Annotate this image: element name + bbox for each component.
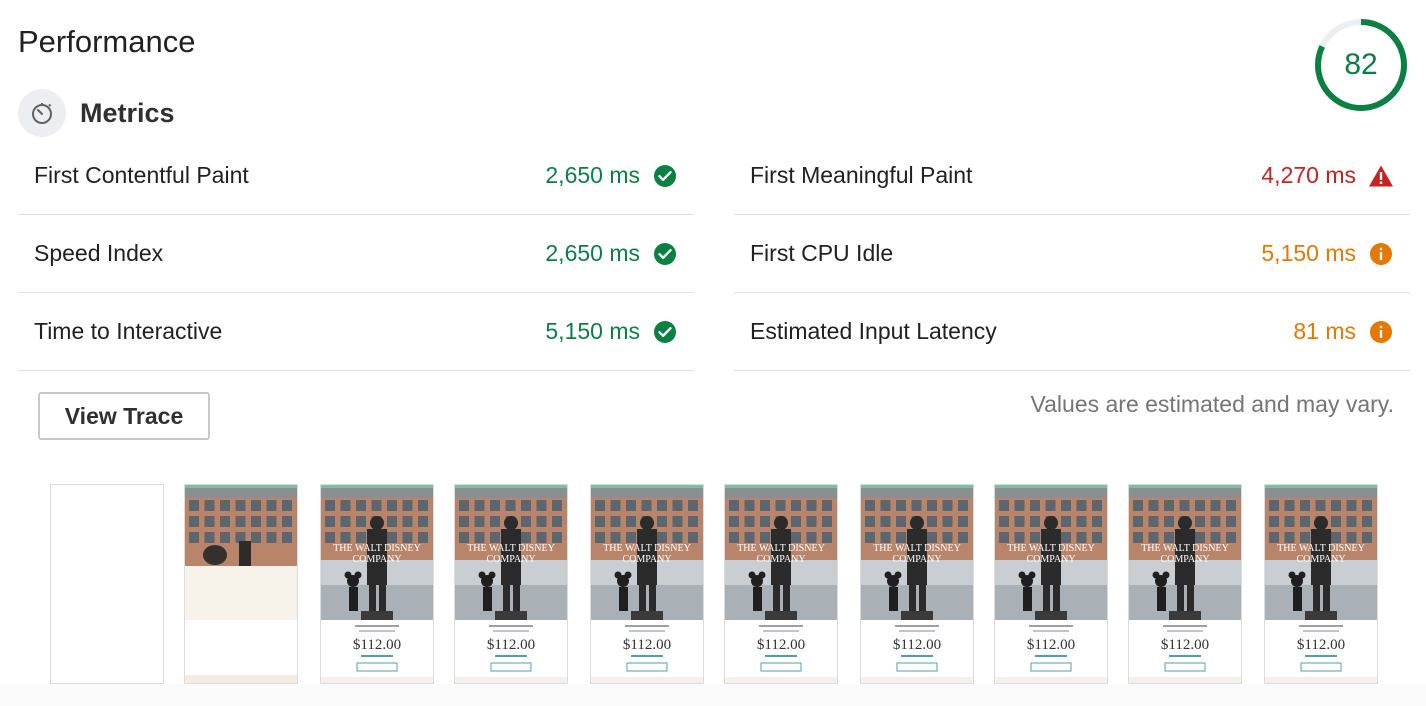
metric-row-time-to-interactive: Time to Interactive 5,150 ms	[18, 293, 694, 371]
thumbnail-heading: THE WALT DISNEY	[1277, 543, 1365, 554]
metric-row-first-cpu-idle: First CPU Idle 5,150 ms	[734, 215, 1410, 293]
filmstrip-frame: THE WALT DISNEY COMPANY $112.00	[994, 484, 1108, 684]
metric-value: 2,650 ms	[545, 240, 640, 266]
page-title: Performance	[18, 24, 196, 59]
metric-value: 4,270 ms	[1261, 162, 1356, 188]
filmstrip-frame	[184, 484, 298, 684]
check-circle-icon	[652, 163, 678, 189]
thumbnail-price: $112.00	[353, 637, 401, 653]
metrics-title: Metrics	[80, 97, 175, 128]
filmstrip-thumbnail	[185, 485, 297, 683]
warning-triangle-icon	[1368, 163, 1394, 189]
filmstrip-thumbnail: THE WALT DISNEYCOMPANY $112.00	[455, 485, 567, 683]
filmstrip-thumbnail: THE WALT DISNEYCOMPANY $112.00	[1129, 485, 1241, 683]
thumbnail-heading: COMPANY	[1296, 554, 1345, 565]
thumbnail-heading: COMPANY	[352, 554, 401, 565]
thumbnail-price: $112.00	[1297, 637, 1345, 653]
metric-label: First CPU Idle	[750, 240, 894, 266]
filmstrip-thumbnail: THE WALT DISNEYCOMPANY $112.00	[995, 485, 1107, 683]
thumbnail-heading: THE WALT DISNEY	[1007, 543, 1095, 554]
thumbnail-heading: THE WALT DISNEY	[467, 543, 555, 554]
metric-label: First Contentful Paint	[34, 162, 249, 188]
metric-label: First Meaningful Paint	[750, 162, 973, 188]
filmstrip-thumbnail: THE WALT DISNEYCOMPANY $112.00	[321, 485, 433, 683]
thumbnail-heading: THE WALT DISNEY	[603, 543, 691, 554]
thumbnail-heading: THE WALT DISNEY	[1141, 543, 1229, 554]
metrics-header: Metrics	[18, 88, 175, 138]
thumbnail-heading: COMPANY	[756, 554, 805, 565]
metric-row-estimated-input-latency: Estimated Input Latency 81 ms	[734, 293, 1410, 371]
thumbnail-price: $112.00	[1161, 637, 1209, 653]
filmstrip-frame: THE WALT DISNEY COMPANY $112.00	[1128, 484, 1242, 684]
thumbnail-heading: THE WALT DISNEY	[333, 543, 421, 554]
filmstrip-background	[0, 684, 1426, 706]
view-trace-button[interactable]: View Trace	[38, 392, 210, 440]
blank-frame	[51, 485, 163, 683]
thumbnail-price: $112.00	[623, 637, 671, 653]
metric-label: Time to Interactive	[34, 318, 223, 344]
metrics-right-column: First Meaningful Paint 4,270 ms First CP…	[734, 137, 1410, 371]
metric-label: Estimated Input Latency	[750, 318, 997, 344]
thumbnail-heading: COMPANY	[1026, 554, 1075, 565]
filmstrip-thumbnail: THE WALT DISNEYCOMPANY $112.00	[861, 485, 973, 683]
metric-value: 5,150 ms	[1261, 240, 1356, 266]
metric-value: 2,650 ms	[545, 162, 640, 188]
estimate-disclaimer: Values are estimated and may vary.	[1030, 391, 1395, 417]
filmstrip-frame: THE WALT DISNEY COMPANY $112.00	[1264, 484, 1378, 684]
filmstrip-frame: THE WALT DISNEY COMPANY $112.00	[320, 484, 434, 684]
filmstrip-thumbnail	[51, 485, 163, 683]
info-circle-icon	[1368, 319, 1394, 345]
check-circle-icon	[652, 319, 678, 345]
thumbnail-price: $112.00	[893, 637, 941, 653]
thumbnail-heading: THE WALT DISNEY	[873, 543, 961, 554]
metric-value: 5,150 ms	[545, 318, 640, 344]
metric-row-first-contentful-paint: First Contentful Paint 2,650 ms	[18, 137, 694, 215]
performance-score: 82	[1344, 48, 1378, 81]
thumbnail-price: $112.00	[487, 637, 535, 653]
filmstrip-frame: THE WALT DISNEY COMPANY $112.00	[724, 484, 838, 684]
metric-row-speed-index: Speed Index 2,650 ms	[18, 215, 694, 293]
metric-value: 81 ms	[1293, 318, 1356, 344]
thumbnail-heading: COMPANY	[892, 554, 941, 565]
stopwatch-icon	[18, 89, 66, 137]
thumbnail-heading: COMPANY	[622, 554, 671, 565]
thumbnail-price: $112.00	[757, 637, 805, 653]
metrics-left-column: First Contentful Paint 2,650 ms Speed In…	[18, 137, 694, 371]
metric-label: Speed Index	[34, 240, 164, 266]
filmstrip-frame: THE WALT DISNEY COMPANY $112.00	[860, 484, 974, 684]
filmstrip-frame: THE WALT DISNEY COMPANY $112.00	[454, 484, 568, 684]
thumbnail-heading: COMPANY	[486, 554, 535, 565]
check-circle-icon	[652, 241, 678, 267]
info-circle-icon	[1368, 241, 1394, 267]
thumbnail-heading: THE WALT DISNEY	[737, 543, 825, 554]
filmstrip-thumbnail: THE WALT DISNEYCOMPANY $112.00	[591, 485, 703, 683]
filmstrip-thumbnail: THE WALT DISNEYCOMPANY $112.00	[725, 485, 837, 683]
filmstrip-frame	[50, 484, 164, 684]
metric-row-first-meaningful-paint: First Meaningful Paint 4,270 ms	[734, 137, 1410, 215]
filmstrip-frame: THE WALT DISNEY COMPANY $112.00	[590, 484, 704, 684]
performance-score-gauge: 82	[1314, 18, 1408, 112]
filmstrip-thumbnail: THE WALT DISNEYCOMPANY $112.00	[1265, 485, 1377, 683]
thumbnail-price: $112.00	[1027, 637, 1075, 653]
thumbnail-heading: COMPANY	[1160, 554, 1209, 565]
